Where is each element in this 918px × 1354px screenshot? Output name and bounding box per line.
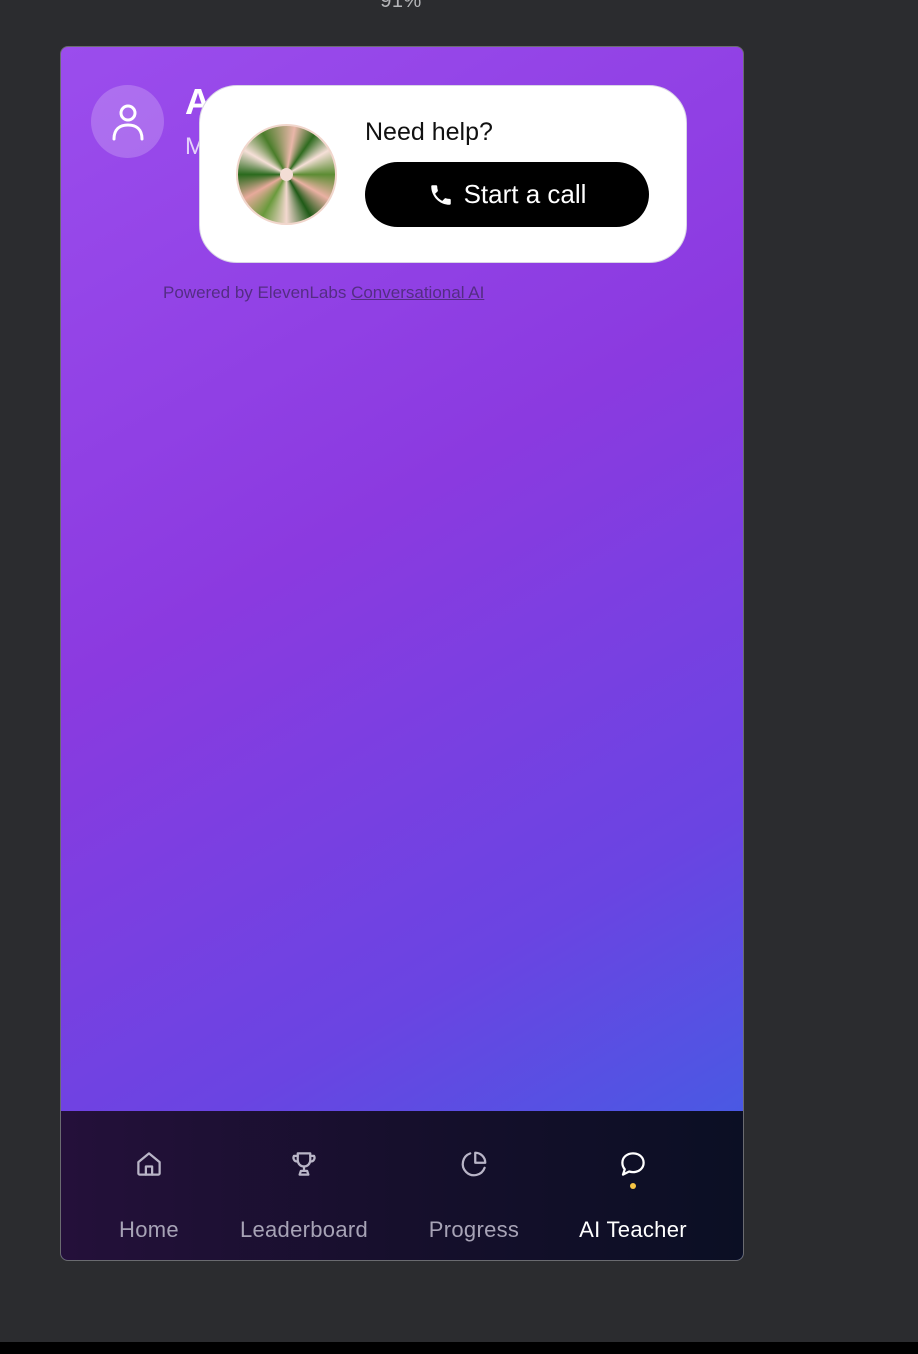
chat-bubble-icon bbox=[618, 1149, 648, 1193]
screen-bottom-edge bbox=[0, 1342, 918, 1354]
nav-item-leaderboard[interactable]: Leaderboard bbox=[219, 1149, 389, 1243]
app-frame: A M 8 Need help? Start a call Powered by… bbox=[60, 46, 744, 1261]
powered-by-prefix: Powered by ElevenLabs bbox=[163, 283, 347, 302]
start-call-button[interactable]: Start a call bbox=[365, 162, 649, 227]
phone-icon bbox=[430, 184, 451, 205]
voice-assistant-widget: Need help? Start a call bbox=[199, 85, 687, 263]
active-indicator-dot bbox=[630, 1183, 636, 1189]
start-call-label: Start a call bbox=[463, 179, 587, 209]
pie-chart-icon bbox=[459, 1149, 489, 1193]
home-icon bbox=[134, 1149, 164, 1193]
trophy-icon bbox=[289, 1149, 319, 1193]
conversational-ai-link[interactable]: Conversational AI bbox=[351, 283, 484, 302]
nav-label-home: Home bbox=[119, 1217, 179, 1242]
nav-item-home[interactable]: Home bbox=[64, 1149, 234, 1243]
nav-item-progress[interactable]: Progress bbox=[389, 1149, 559, 1243]
user-icon bbox=[112, 104, 143, 140]
help-prompt: Need help? bbox=[365, 118, 493, 146]
bottom-navigation: Home Leaderboard Progress AI Teacher bbox=[61, 1111, 743, 1260]
profile-avatar[interactable] bbox=[91, 85, 164, 158]
nav-label-leaderboard: Leaderboard bbox=[239, 1217, 369, 1242]
voice-orb-icon bbox=[236, 124, 337, 225]
powered-by-text: Powered by ElevenLabs Conversational AI bbox=[163, 283, 484, 303]
nav-item-ai-teacher[interactable]: AI Teacher bbox=[548, 1149, 718, 1243]
zoom-level-label: 91% bbox=[380, 0, 422, 12]
nav-label-ai-teacher: AI Teacher bbox=[579, 1217, 687, 1242]
nav-label-progress: Progress bbox=[428, 1217, 520, 1242]
